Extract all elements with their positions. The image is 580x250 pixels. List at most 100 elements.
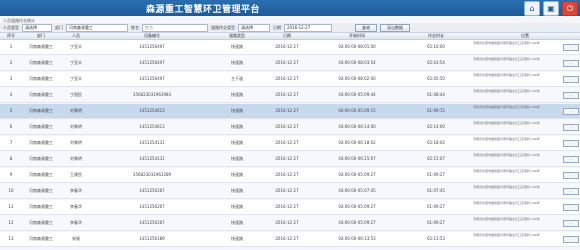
cell-location: 河南省长葛市魏武路与南环路交叉口东南约 100米	[473, 153, 540, 157]
road-type-select[interactable]: 请选择	[238, 23, 270, 32]
table-row[interactable]: 13 河南森源重工 宋刚 1451256189 快速路 2016-12-27 04:00:0…	[0, 232, 580, 247]
row-more-button[interactable]: ···	[563, 156, 579, 163]
cell-no: 8	[9, 156, 13, 161]
cell-type: 快速路	[231, 140, 243, 145]
power-icon[interactable]: ⏻	[562, 1, 578, 16]
col-start-time[interactable]: 开始时间	[312, 33, 402, 39]
query-button[interactable]: 查询	[355, 23, 377, 32]
cell-device: 1451256267	[139, 204, 165, 209]
cell-start: 04:00:00-06:13:53	[338, 236, 376, 241]
row-more-button[interactable]: ···	[563, 124, 579, 131]
table-row[interactable]: 7 河南森源重工 刘黎明 1451254131 快速路 2016-12-27 04:00:0…	[0, 136, 580, 151]
table-row[interactable]: 3 河南森源重工 丁亚丰 1451256497 主干道 2016-12-27 04:00:0…	[0, 72, 580, 87]
row-more-button[interactable]: ···	[563, 220, 579, 227]
row-more-button[interactable]: ···	[563, 188, 579, 195]
cell-location: 河南省长葛市魏武路与南环路交叉口东南约 100米	[473, 201, 540, 205]
table-row[interactable]: 1 河南森源重工 丁亚丰 1451256497 快速路 2016-12-27 04:00:0…	[0, 40, 580, 55]
cell-dept: 河南森源重工	[29, 44, 53, 49]
cell-dept: 河南森源重工	[29, 236, 53, 241]
cell-type: 快速路	[231, 236, 243, 241]
cell-no: 10	[8, 188, 14, 193]
monitor-icon[interactable]: ▣	[543, 1, 559, 16]
cell-dur: 02:05:50	[427, 76, 445, 81]
cell-start: 04:00:00-06:18:02	[338, 140, 376, 145]
cell-name: 李春华	[70, 204, 82, 209]
cell-date: 2016-12-27	[275, 140, 299, 145]
cell-name: 刘黎明	[70, 124, 82, 129]
col-device[interactable]: 设备编号	[92, 33, 212, 39]
table-row[interactable]: 12 河南森源重工 李春华 1451256267 快速路 2016-12-27 04:00:…	[0, 216, 580, 231]
col-duration[interactable]: 作业时长	[402, 33, 470, 39]
cell-dept: 河南森源重工	[29, 140, 53, 145]
table-row[interactable]: 6 河南森源重工 刘黎明 1451254613 快速路 2016-12-27 04:00:0…	[0, 120, 580, 135]
cell-device: 1451256267	[139, 188, 165, 193]
cell-no: 12	[8, 220, 14, 225]
table-row[interactable]: 8 河南森源重工 刘黎明 1451254131 快速路 2016-12-27 04:00:0…	[0, 152, 580, 167]
col-road-type[interactable]: 道路类型	[212, 33, 262, 39]
row-more-button[interactable]: ···	[563, 76, 579, 83]
cell-name: 李春华	[70, 220, 82, 225]
name-input[interactable]: 姓名	[142, 23, 208, 32]
cell-location: 河南省长葛市魏武路与南环路交叉口东南约 100米	[473, 233, 540, 237]
department-label: 部门	[55, 24, 63, 30]
cell-no: 1	[9, 44, 13, 49]
cell-start: 04:00:00-08:03:54	[338, 60, 376, 65]
table-row[interactable]: 2 河南森源重工 丁亚丰 1451256497 快速路 2016-12-27 04:00:0…	[0, 56, 580, 71]
name-label: 姓名	[131, 24, 139, 30]
home-icon[interactable]: ⌂	[524, 1, 540, 16]
header-toolbar: ⌂ ▣ ⏻	[524, 1, 578, 16]
cell-start: 04:00:00-06:15:07	[338, 156, 376, 161]
col-dept[interactable]: 部门	[22, 33, 60, 39]
person-type-label: 人员类型	[3, 24, 19, 30]
cell-location: 河南省长葛市魏武路与南环路交叉口东南约 100米	[473, 217, 540, 221]
person-type-select[interactable]: 请选择	[22, 23, 52, 32]
date-label: 日期	[273, 24, 281, 30]
cell-dur: 02:13:53	[427, 236, 445, 241]
date-input[interactable]: 2016-12-27	[284, 23, 332, 32]
table-row[interactable]: 9 河南森源重工 王建民 356823031963289 快速路 2016-12-27 04…	[0, 168, 580, 183]
cell-name: 丁亚丰	[70, 44, 82, 49]
cell-date: 2016-12-27	[275, 44, 299, 49]
col-location[interactable]: 位置	[470, 33, 580, 39]
col-date[interactable]: 日期	[262, 33, 312, 39]
cell-date: 2016-12-27	[275, 220, 299, 225]
cell-date: 2016-12-27	[275, 108, 299, 113]
cell-date: 2016-12-27	[275, 188, 299, 193]
row-more-button[interactable]: ···	[563, 140, 579, 147]
cell-start: 04:00:00-05:09:27	[338, 204, 376, 209]
cell-start: 04:00:00-06:14:00	[338, 124, 376, 129]
cell-no: 13	[8, 236, 14, 241]
cell-dur: 01:08:44	[427, 92, 445, 97]
cell-date: 2016-12-27	[275, 156, 299, 161]
cell-no: 4	[9, 92, 13, 97]
cell-dur: 01:09:27	[427, 204, 445, 209]
row-more-button[interactable]: ···	[563, 60, 579, 67]
export-button[interactable]: 导出数据	[380, 23, 410, 32]
cell-start: 04:00:00-08:02:00	[338, 76, 376, 81]
department-select[interactable]: 河南森源重工	[66, 23, 128, 32]
app-header: 森源重工智慧环卫管理平台 ⌂ ▣ ⏻	[0, 0, 580, 16]
cell-device: 1451254613	[139, 108, 165, 113]
table-row[interactable]: 5 河南森源重工 刘黎明 1451254613 快速路 2016-12-27 04:00:0…	[0, 104, 580, 119]
row-more-button[interactable]: ···	[563, 172, 579, 179]
app-title: 森源重工智慧环卫管理平台	[146, 5, 261, 15]
cell-name: 丁国民	[70, 92, 82, 97]
table-row[interactable]: 11 河南森源重工 李春华 1451256267 快速路 2016-12-27 04:00:…	[0, 200, 580, 215]
cell-no: 6	[9, 124, 13, 129]
row-more-button[interactable]: ···	[563, 44, 579, 51]
cell-device: 1451254131	[139, 140, 165, 145]
cell-type: 快速路	[231, 188, 243, 193]
cell-device: 1451254613	[139, 124, 165, 129]
col-person[interactable]: 人员	[60, 33, 92, 39]
row-more-button[interactable]: ···	[563, 108, 579, 115]
table-row[interactable]: 10 河南森源重工 李春华 1451256267 快速路 2016-12-27 04:00:…	[0, 184, 580, 199]
table-row[interactable]: 4 河南森源重工 丁国民 356823031963983 快速路 2016-12-27 04…	[0, 88, 580, 103]
col-no[interactable]: 序号	[0, 33, 22, 39]
cell-dept: 河南森源重工	[29, 188, 53, 193]
row-more-button[interactable]: ···	[563, 236, 579, 243]
cell-dept: 河南森源重工	[29, 172, 53, 177]
row-more-button[interactable]: ···	[563, 204, 579, 211]
cell-dur: 02:18:02	[427, 140, 445, 145]
row-more-button[interactable]: ···	[563, 92, 579, 99]
cell-start: 04:00:00-08:01:00	[338, 44, 376, 49]
